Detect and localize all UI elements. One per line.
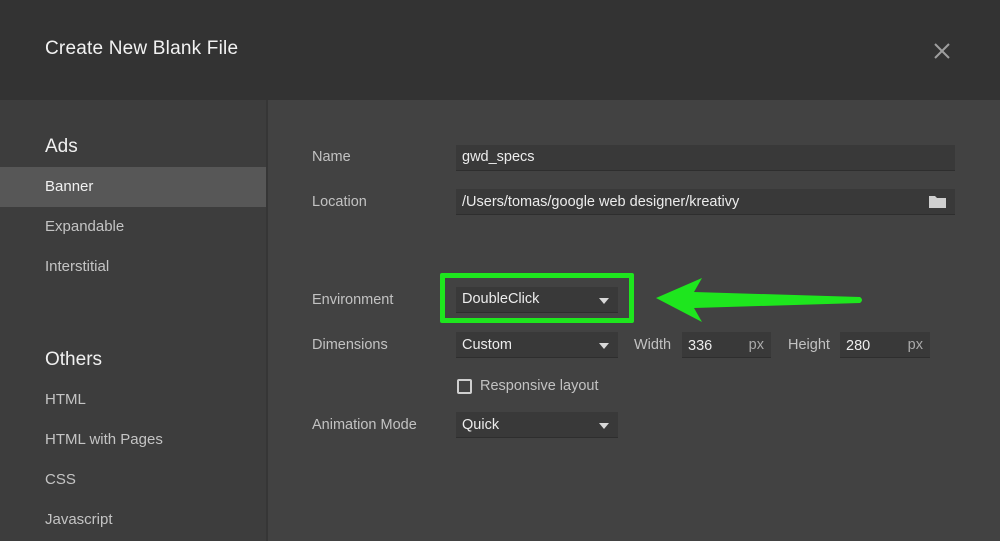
width-label: Width (634, 337, 672, 353)
sidebar-item-interstitial[interactable]: Interstitial (0, 247, 266, 287)
dimensions-select[interactable]: Custom (456, 332, 618, 358)
sidebar-item-html[interactable]: HTML (0, 380, 266, 420)
width-unit: px (748, 337, 764, 353)
dimensions-label: Dimensions (312, 337, 388, 353)
responsive-label: Responsive layout (480, 378, 599, 394)
responsive-checkbox[interactable] (457, 379, 472, 394)
sidebar-item-html-with-pages[interactable]: HTML with Pages (0, 420, 266, 460)
width-value: 336 (688, 338, 713, 354)
arrow-icon (656, 278, 862, 322)
environment-label: Environment (312, 292, 394, 308)
height-value: 280 (846, 338, 871, 354)
animation-mode-value: Quick (462, 417, 500, 433)
animation-mode-select[interactable]: Quick (456, 412, 618, 438)
location-label: Location (312, 194, 367, 210)
highlight-box (440, 273, 634, 323)
location-input[interactable]: /Users/tomas/google web designer/kreativ… (456, 189, 955, 215)
dialog-header: Create New Blank File (0, 0, 1000, 100)
sidebar-item-javascript[interactable]: Javascript (0, 500, 266, 540)
name-label: Name (312, 149, 351, 165)
sidebar-divider (266, 100, 268, 541)
close-button[interactable] (928, 37, 956, 65)
sidebar-item-css[interactable]: CSS (0, 460, 266, 500)
width-input[interactable]: 336 px (682, 332, 771, 358)
folder-icon (929, 196, 946, 208)
dialog-title: Create New Blank File (45, 38, 239, 59)
height-label: Height (788, 337, 830, 353)
name-value: gwd_specs (462, 149, 535, 165)
chevron-down-icon (599, 342, 609, 349)
animation-mode-label: Animation Mode (312, 417, 417, 433)
height-input[interactable]: 280 px (840, 332, 930, 358)
section-heading-others: Others (45, 349, 103, 370)
name-input[interactable]: gwd_specs (456, 145, 955, 171)
close-icon (934, 43, 950, 59)
sidebar-item-expandable[interactable]: Expandable (0, 207, 266, 247)
height-unit: px (907, 337, 923, 353)
folder-button[interactable] (928, 194, 947, 213)
sidebar-item-banner[interactable]: Banner (0, 167, 266, 207)
location-value: /Users/tomas/google web designer/kreativ… (462, 194, 740, 210)
dimensions-value: Custom (462, 337, 512, 353)
section-heading-ads: Ads (45, 136, 78, 157)
chevron-down-icon (599, 422, 609, 429)
